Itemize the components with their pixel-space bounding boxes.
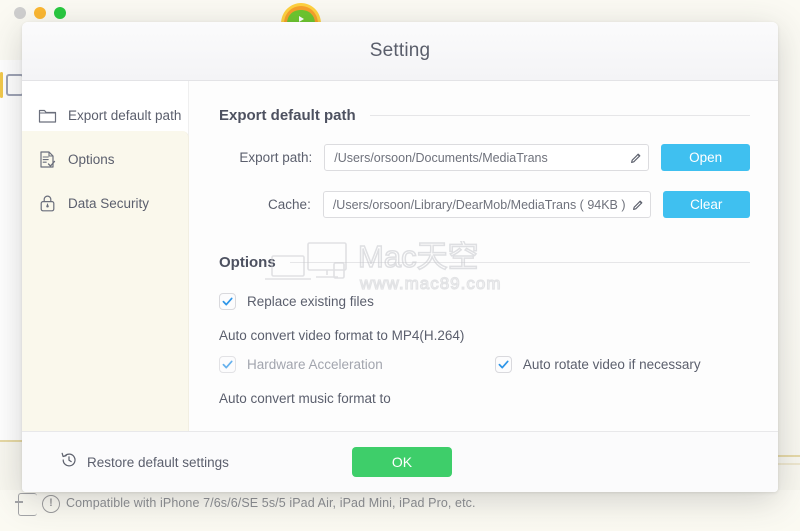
cache-row: Cache: /Users/orsoon/Library/DearMob/Med… — [219, 191, 750, 218]
auto-rotate-video-row[interactable]: Auto rotate video if necessary — [494, 356, 701, 373]
setting-dialog: Setting Export default path Options Data… — [22, 22, 778, 492]
lock-icon — [38, 194, 57, 213]
dearmob-logo-icon — [277, 2, 325, 24]
pencil-icon[interactable] — [624, 151, 648, 165]
clear-button[interactable]: Clear — [662, 191, 750, 218]
section-divider — [289, 262, 750, 263]
restore-clock-icon — [60, 451, 78, 474]
replace-existing-files-label: Replace existing files — [247, 294, 374, 309]
export-path-label: Export path: — [239, 150, 313, 165]
auto-rotate-video-checkbox[interactable] — [494, 356, 512, 373]
auto-convert-video-heading: Auto convert video format to MP4(H.264) — [219, 328, 465, 343]
background-selected-indicator — [0, 72, 3, 98]
hardware-acceleration-label: Hardware Acceleration — [247, 357, 383, 372]
section-header-export-default-path: Export default path — [219, 107, 750, 124]
section-divider — [369, 115, 750, 116]
section-title: Options — [219, 254, 276, 271]
warning-icon: ! — [42, 495, 60, 513]
section-title: Export default path — [219, 107, 356, 124]
sidebar-item-data-security[interactable]: Data Security — [22, 181, 188, 225]
auto-convert-music-heading: Auto convert music format to — [219, 391, 391, 406]
zoom-window-button[interactable] — [54, 7, 66, 19]
sidebar-item-label: Options — [68, 151, 115, 167]
hardware-acceleration-checkbox[interactable] — [219, 356, 236, 373]
device-icon — [15, 493, 37, 516]
sidebar-item-label: Export default path — [68, 107, 182, 123]
restore-default-settings-button[interactable]: Restore default settings — [60, 451, 229, 474]
sidebar-item-export-default-path[interactable]: Export default path — [22, 93, 188, 137]
dialog-titlebar: Setting — [22, 22, 778, 81]
window-traffic-lights — [14, 7, 66, 19]
minimize-window-button[interactable] — [34, 7, 46, 19]
cache-value: /Users/orsoon/Library/DearMob/MediaTrans… — [332, 197, 626, 212]
background-left-panel — [0, 60, 23, 440]
export-path-value: /Users/orsoon/Documents/MediaTrans — [334, 150, 548, 165]
screen: ! Compatible with iPhone 7/6s/6/SE 5s/5 … — [0, 0, 800, 531]
ok-button[interactable]: OK — [352, 447, 452, 477]
background-status-text: Compatible with iPhone 7/6s/6/SE 5s/5 iP… — [66, 496, 476, 510]
pencil-icon[interactable] — [626, 198, 650, 212]
replace-existing-files-row[interactable]: Replace existing files — [219, 293, 750, 310]
close-window-button[interactable] — [14, 7, 26, 19]
section-header-options: Options — [219, 254, 750, 271]
cache-label: Cache: — [268, 197, 311, 212]
settings-sidebar: Export default path Options Data Securit… — [22, 81, 189, 461]
replace-existing-files-checkbox[interactable] — [219, 293, 236, 310]
document-check-icon — [38, 150, 57, 169]
folder-icon — [38, 106, 57, 125]
dialog-title: Setting — [369, 40, 431, 61]
open-button[interactable]: Open — [661, 144, 750, 171]
sidebar-item-label: Data Security — [68, 195, 150, 211]
export-path-input[interactable]: /Users/orsoon/Documents/MediaTrans — [324, 144, 650, 171]
auto-rotate-video-label: Auto rotate video if necessary — [522, 357, 701, 372]
video-options-row: Hardware Acceleration Auto rotate video … — [219, 356, 750, 373]
dialog-footer: Restore default settings OK — [22, 431, 778, 492]
dialog-body: Export default path Options Data Securit… — [22, 81, 778, 461]
hardware-acceleration-row[interactable]: Hardware Acceleration — [219, 356, 383, 373]
cache-input[interactable]: /Users/orsoon/Library/DearMob/MediaTrans… — [322, 191, 651, 218]
settings-content-pane: Export default path Export path: /Users/… — [189, 81, 778, 431]
export-path-row: Export path: /Users/orsoon/Documents/Med… — [219, 144, 750, 171]
sidebar-item-options[interactable]: Options — [22, 137, 188, 181]
background-divider — [0, 440, 24, 442]
restore-default-settings-label: Restore default settings — [87, 454, 229, 470]
